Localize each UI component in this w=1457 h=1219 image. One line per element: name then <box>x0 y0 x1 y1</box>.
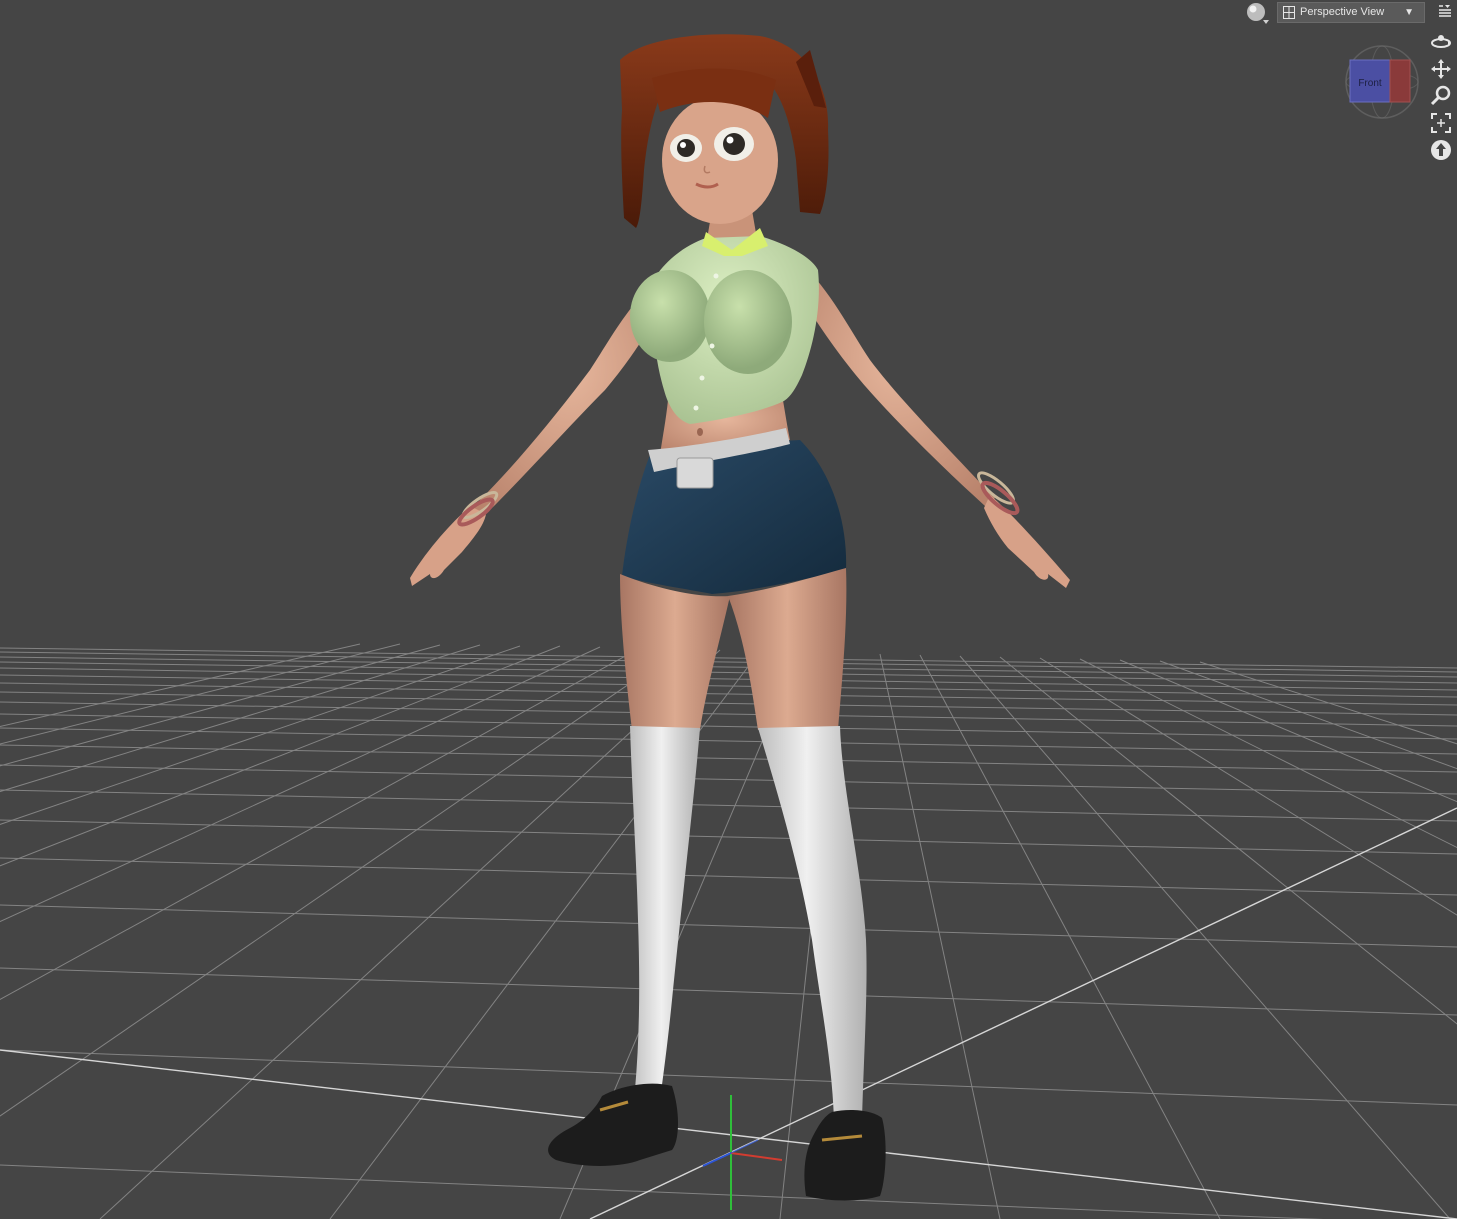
viewport-menu-icon[interactable] <box>1437 3 1453 19</box>
origin-axes <box>702 1095 783 1210</box>
view-selector-label: Perspective View <box>1300 6 1385 18</box>
viewport-toolbar: Perspective View ▼ <box>1237 0 1457 26</box>
cube-face-label: Front <box>1358 78 1382 89</box>
pan-icon[interactable] <box>1429 57 1453 81</box>
perspective-camera-icon <box>1283 6 1295 19</box>
ground-grid <box>0 643 1457 1219</box>
view-selector-dropdown[interactable]: Perspective View ▼ <box>1277 2 1425 23</box>
frame-icon[interactable] <box>1429 111 1453 135</box>
navigation-toolbar <box>1429 30 1455 165</box>
character-figure <box>410 34 1070 1201</box>
chevron-down-icon: ▼ <box>1404 7 1414 18</box>
reset-view-icon[interactable] <box>1429 138 1453 162</box>
zoom-icon[interactable] <box>1429 84 1453 108</box>
sphere-shading-icon[interactable] <box>1245 1 1271 25</box>
grid-major-lines <box>0 807 1457 1219</box>
3d-viewport[interactable]: Front Perspective View ▼ <box>0 0 1457 1219</box>
orbit-icon[interactable] <box>1429 30 1453 54</box>
view-cube[interactable]: Front <box>1344 42 1420 122</box>
viewport-scene[interactable] <box>0 0 1457 1219</box>
